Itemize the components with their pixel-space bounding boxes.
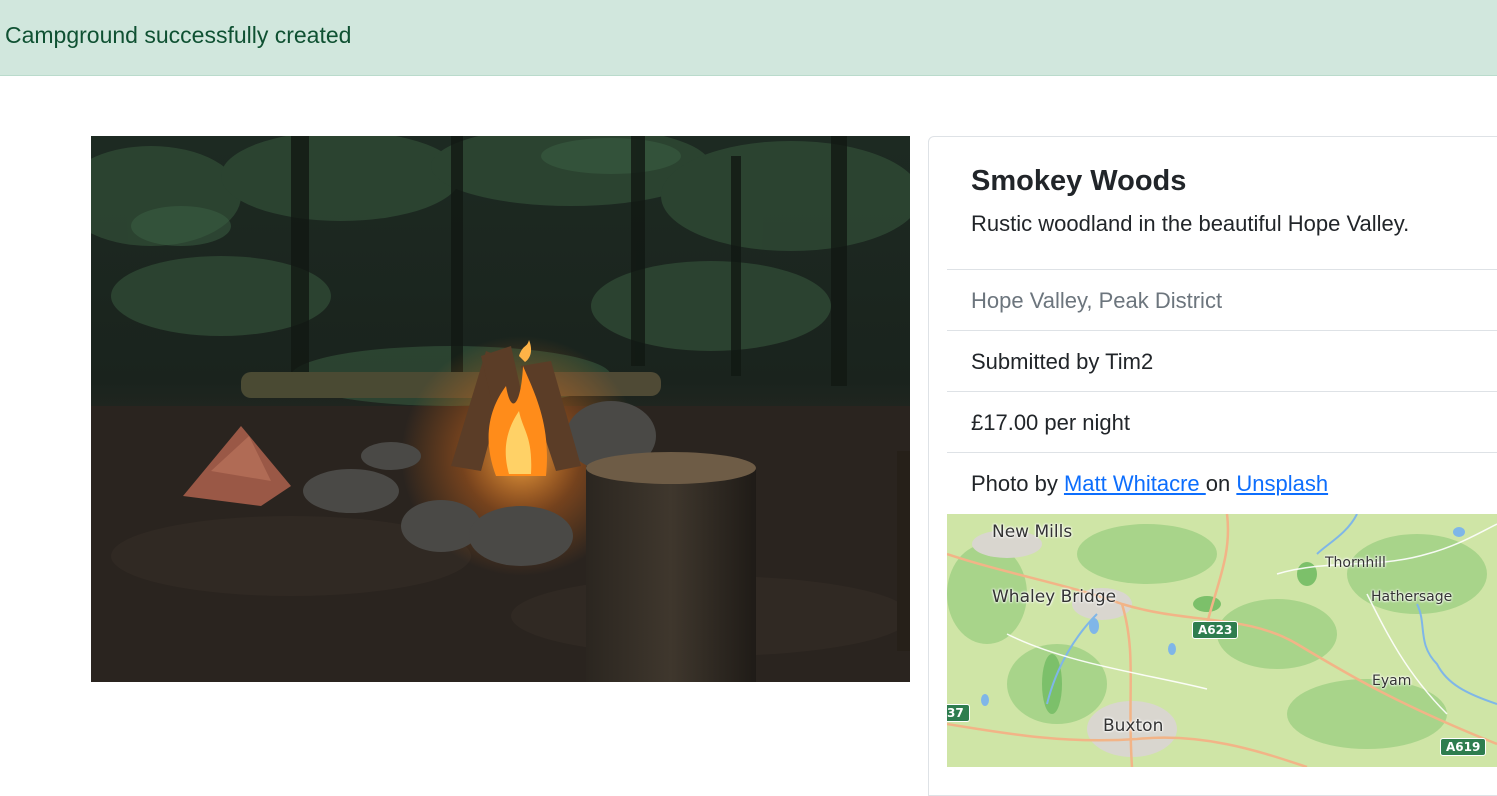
road-shield-a619: A619 — [1440, 738, 1487, 756]
map-label-new-mills: New Mills — [992, 522, 1073, 542]
photo-credit-middle: on — [1205, 471, 1237, 496]
map-label-eyam: Eyam — [1372, 673, 1412, 689]
map-label-thornhill: Thornhill — [1325, 555, 1386, 571]
flash-success-alert: Campground successfully created — [0, 0, 1497, 76]
road-shield-a623: A623 — [1192, 621, 1239, 639]
map-label-hathersage: Hathersage — [1371, 589, 1453, 605]
map-label-whaley-bridge: Whaley Bridge — [992, 587, 1117, 607]
campground-title: Smokey Woods — [971, 165, 1187, 197]
road-shield-37: 37 — [947, 704, 970, 722]
campground-author: Submitted by Tim2 — [947, 331, 1497, 392]
card-body: Smokey Woods Rustic woodland in the beau… — [947, 137, 1497, 270]
unsplash-link[interactable]: Unsplash — [1236, 471, 1328, 496]
campground-location: Hope Valley, Peak District — [947, 270, 1497, 331]
map-label-buxton: Buxton — [1103, 716, 1164, 736]
campground-photo — [91, 136, 910, 682]
photo-credit: Photo by Matt Whitacre on Unsplash — [947, 453, 1497, 514]
photo-author-link[interactable]: Matt Whitacre — [1064, 471, 1206, 496]
photo-credit-prefix: Photo by — [971, 471, 1064, 496]
campground-description: Rustic woodland in the beautiful Hope Va… — [971, 211, 1410, 236]
flash-message: Campground successfully created — [5, 22, 352, 48]
campground-price: £17.00 per night — [947, 392, 1497, 453]
location-map[interactable]: New Mills Whaley Bridge Buxton Thornhill… — [947, 514, 1497, 767]
